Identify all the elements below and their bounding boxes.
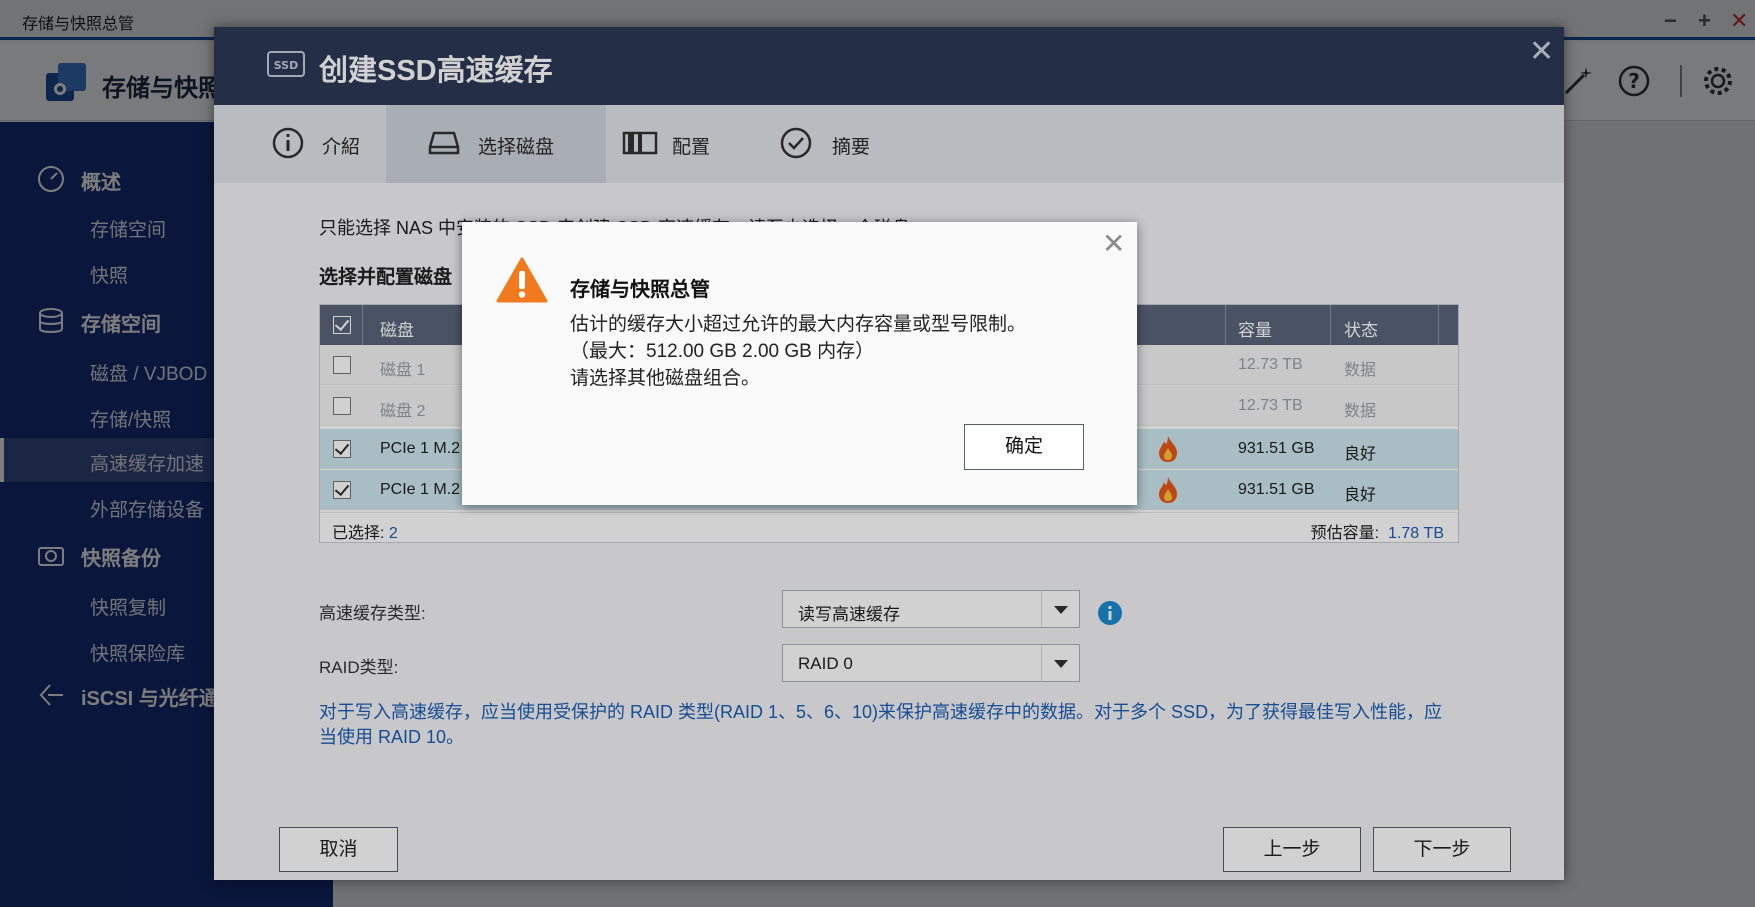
alert-line-1: 估计的缓存大小超过允许的最大内存容量或型号限制。 (570, 314, 1027, 335)
alert-message: 估计的缓存大小超过允许的最大内存容量或型号限制。 （最大：512.00 GB 2… (570, 311, 1026, 392)
ok-button[interactable]: 确定 (964, 424, 1084, 470)
alert-title: 存储与快照总管 (570, 279, 710, 301)
alert-close-icon[interactable]: ✕ (1102, 230, 1125, 258)
alert-dialog: ✕ 存储与快照总管 估计的缓存大小超过允许的最大内存容量或型号限制。 （最大：5… (462, 222, 1137, 505)
alert-line-2: （最大：512.00 GB 2.00 GB 内存） (570, 341, 875, 362)
alert-line-3: 请选择其他磁盘组合。 (570, 368, 761, 389)
warning-icon (496, 257, 548, 303)
